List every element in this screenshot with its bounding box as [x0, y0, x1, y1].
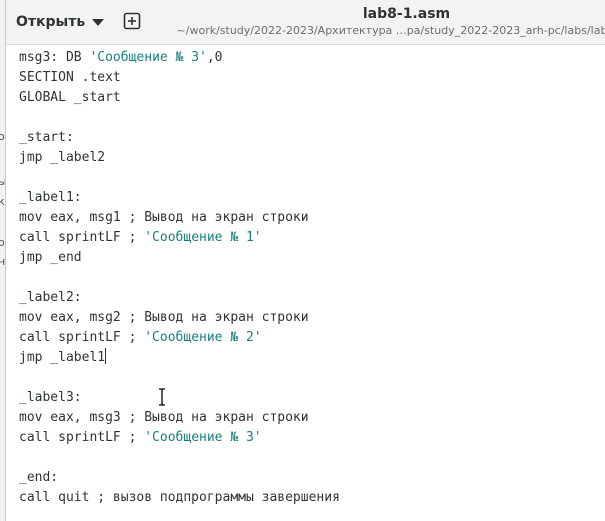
code-token: mov eax, msg1 ; Вывод на экран строки	[19, 210, 309, 225]
code-line: mov eax, msg3 ; Вывод на экран строки	[19, 408, 340, 428]
document-path: ~/work/study/2022-2023/Архитектура …pa/s…	[176, 24, 605, 37]
code-line: call sprintLF ; 'Сообщение № 2'	[19, 328, 340, 348]
open-button[interactable]: Открыть	[16, 8, 105, 36]
code-line: _label1:	[19, 188, 340, 208]
code-line: _label2:	[19, 288, 340, 308]
header-bar: Открыть lab8-1.asm ~/work/study/2022-202…	[6, 0, 605, 45]
open-button-label: Открыть	[16, 14, 86, 30]
code-token: jmp _label2	[19, 150, 106, 165]
code-token: mov eax, msg2 ; Вывод на экран строки	[19, 310, 309, 325]
code-token: _start:	[19, 130, 74, 145]
code-line: SECTION .text	[19, 68, 340, 88]
document-title: lab8-1.asm	[362, 6, 451, 22]
code-token: msg3: DB	[19, 50, 90, 65]
code-string: 'Сообщение № 1'	[144, 230, 262, 245]
code-line: _end:	[19, 468, 340, 488]
code-token: GLOBAL _start	[19, 90, 121, 105]
code-editor[interactable]: msg3: DB 'Сообщение № 3',0 SECTION .text G…	[6, 45, 605, 521]
code-token: call sprintLF ;	[19, 430, 145, 445]
code-token: call sprintLF ;	[19, 330, 145, 345]
code-token: jmp _end	[19, 250, 82, 265]
code-line: mov eax, msg1 ; Вывод на экран строки	[19, 208, 340, 228]
code-token: _end:	[19, 470, 59, 485]
background-window-text: к	[0, 195, 5, 208]
code-line: GLOBAL _start	[19, 88, 340, 108]
code-line: jmp _label2	[19, 148, 340, 168]
code-string: 'Сообщение № 3'	[89, 50, 207, 65]
code-line: call sprintLF ; 'Сообщение № 3'	[19, 428, 340, 448]
code-token: _label2:	[19, 290, 82, 305]
code-token: SECTION .text	[19, 70, 121, 85]
code-line: mov eax, msg2 ; Вывод на экран строки	[19, 308, 340, 328]
code-line: call quit ; вызов подпрограммы завершени…	[19, 488, 340, 508]
code-line: _start:	[19, 128, 340, 148]
text-caret	[105, 348, 107, 364]
code-line: _label3:	[19, 388, 340, 408]
code-string: 'Сообщение № 2'	[144, 330, 262, 345]
new-tab-icon[interactable]	[123, 12, 141, 30]
code-token: ,0	[206, 50, 223, 65]
code-token: _label3:	[19, 390, 82, 405]
code-token: call sprintLF ;	[19, 230, 145, 245]
code-token: mov eax, msg3 ; Вывод на экран строки	[19, 410, 309, 425]
code-line: jmp _end	[19, 248, 340, 268]
code-token: jmp _label1	[19, 350, 106, 365]
code-line: jmp _label1	[19, 348, 340, 368]
text-editor-window: Открыть lab8-1.asm ~/work/study/2022-202…	[5, 0, 605, 521]
code-line: call sprintLF ; 'Сообщение № 1'	[19, 228, 340, 248]
text-cursor-icon	[159, 388, 165, 406]
code-text: msg3: DB 'Сообщение № 3',0 SECTION .text G…	[19, 48, 340, 508]
code-token: call quit ; вызов подпрограммы завершени…	[19, 490, 340, 505]
chevron-down-icon	[92, 19, 105, 26]
window-title-block: lab8-1.asm ~/work/study/2022-2023/Архите…	[174, 5, 605, 39]
code-token: _label1:	[19, 190, 82, 205]
code-string: 'Сообщение № 3'	[144, 430, 262, 445]
code-line: msg3: DB 'Сообщение № 3',0	[19, 48, 340, 68]
